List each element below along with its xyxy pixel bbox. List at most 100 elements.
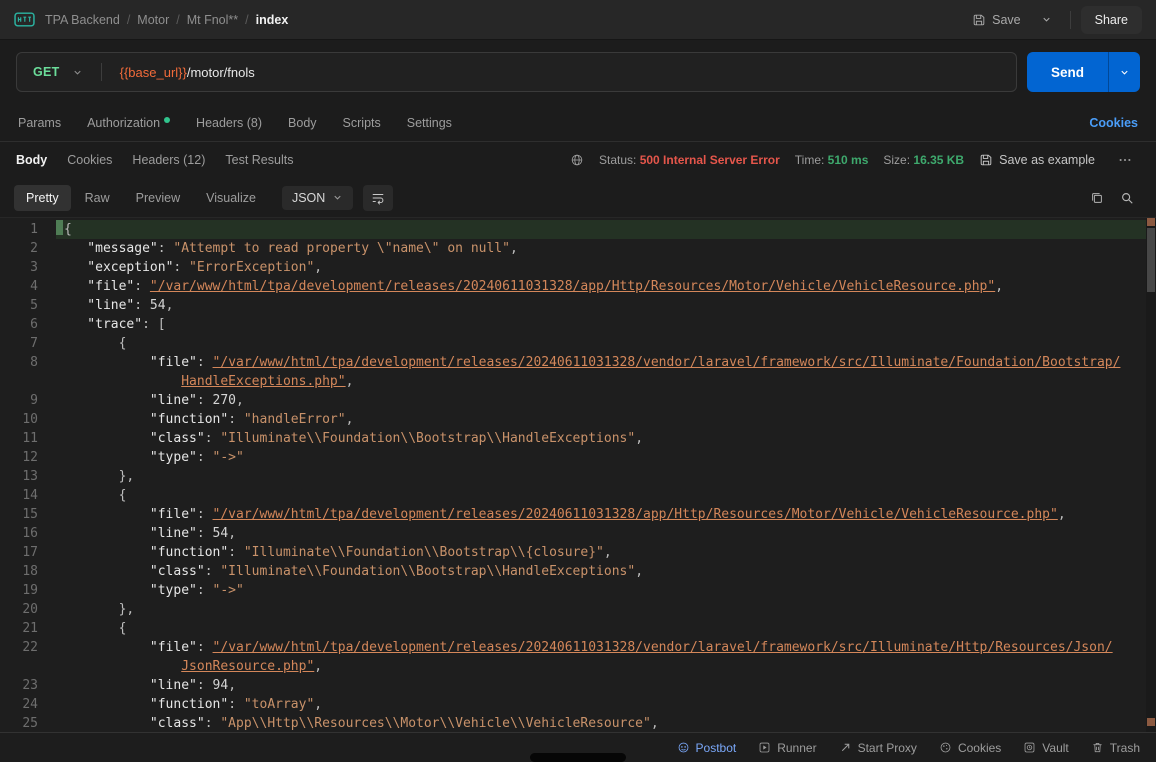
scroll-marker-bottom [1147,718,1155,726]
send-button[interactable]: Send [1027,52,1108,92]
code-text: }, [56,600,1156,619]
line-number: 17 [0,543,56,562]
response-tab-test-results[interactable]: Test Results [225,153,293,167]
copy-button[interactable] [1090,191,1104,205]
statusbar-label: Postbot [696,741,737,755]
breadcrumb: TPA Backend/Motor/Mt Fnol**/index [45,13,288,27]
scrollbar[interactable] [1146,218,1156,732]
code-line: 9"line": 270, [0,391,1156,410]
code-line: 2"message": "Attempt to read property \"… [0,239,1156,258]
save-dropdown-button[interactable] [1033,8,1060,31]
breadcrumb-item-active[interactable]: index [256,13,289,27]
line-number: 25 [0,714,56,732]
header-actions: Save Share [964,6,1142,34]
save-as-example-button[interactable]: Save as example [979,153,1095,167]
cookies-link[interactable]: Cookies [1089,116,1138,130]
chevron-down-icon [1041,14,1052,25]
statusbar-trash[interactable]: Trash [1091,741,1140,755]
file-link[interactable]: "/var/www/html/tpa/development/releases/… [181,355,1120,389]
code-lines: 1{2"message": "Attempt to read property … [0,220,1156,732]
statusbar-items: Postbot Runner Start Proxy Cookies Vault Tras… [677,741,1140,755]
view-tab-raw[interactable]: Raw [73,185,122,211]
code-text: "class": "App\\Http\\Resources\\Motor\\V… [56,714,1156,732]
breadcrumb-item-motor[interactable]: Motor [137,13,169,27]
statusbar-cookies[interactable]: Cookies [939,741,1001,755]
code-line: 15"file": "/var/www/html/tpa/development… [0,505,1156,524]
more-options-button[interactable] [1110,147,1140,173]
tab-label: Headers (8) [196,116,262,130]
format-dropdown[interactable]: JSON [282,186,353,210]
line-number: 13 [0,467,56,486]
method-selector[interactable]: GET [17,65,95,79]
code-text: { [56,619,1156,638]
statusbar-label: Trash [1110,741,1140,755]
save-button-label: Save [992,13,1021,27]
response-tab-cookies[interactable]: Cookies [67,153,112,167]
line-number: 20 [0,600,56,619]
view-tab-visualize[interactable]: Visualize [194,185,268,211]
line-number: 14 [0,486,56,505]
code-text: "type": "->" [56,448,1156,467]
code-line: 5"line": 54, [0,296,1156,315]
wrap-text-button[interactable] [363,185,393,211]
method-label: GET [33,65,60,79]
share-button[interactable]: Share [1081,6,1142,34]
scroll-marker-top [1147,218,1155,226]
response-tab-headers-12[interactable]: Headers (12) [132,153,205,167]
wrap-text-icon [371,191,385,205]
send-options-button[interactable] [1108,52,1140,92]
code-text: "function": "toArray", [56,695,1156,714]
tab-params[interactable]: Params [18,116,61,130]
tab-body[interactable]: Body [288,116,317,130]
format-label: JSON [292,191,325,205]
tab-settings[interactable]: Settings [407,116,452,130]
tab-headers-8[interactable]: Headers (8) [196,116,262,130]
tab-authorization[interactable]: Authorization [87,116,170,130]
code-text: { [56,334,1156,353]
line-number: 4 [0,277,56,296]
code-line: 22"file": "/var/www/html/tpa/development… [0,638,1156,676]
line-number: 21 [0,619,56,638]
view-tab-preview[interactable]: Preview [124,185,192,211]
search-button[interactable] [1120,191,1134,205]
line-number: 11 [0,429,56,448]
search-icon [1120,191,1134,205]
statusbar-postbot[interactable]: Postbot [677,741,737,755]
breadcrumb-separator: / [127,13,130,27]
request-tabs-list: Params Authorization Headers (8) Body Script… [18,116,452,130]
statusbar-label: Cookies [958,741,1001,755]
line-number: 7 [0,334,56,353]
tab-label: Scripts [343,116,381,130]
statusbar-start-proxy[interactable]: Start Proxy [839,741,917,755]
code-text: "type": "->" [56,581,1156,600]
code-line: 19"type": "->" [0,581,1156,600]
code-line: 4"file": "/var/www/html/tpa/development/… [0,277,1156,296]
statusbar-runner[interactable]: Runner [758,741,816,755]
view-tab-pretty[interactable]: Pretty [14,185,71,211]
window-handle [530,753,626,762]
code-text: "file": "/var/www/html/tpa/development/r… [56,505,1156,524]
line-number: 22 [0,638,56,676]
file-link[interactable]: "/var/www/html/tpa/development/releases/… [213,507,1058,522]
url-input[interactable]: {{base_url}}/motor/fnols [108,65,1016,80]
runner-icon [758,741,771,754]
file-link[interactable]: "/var/www/html/tpa/development/releases/… [150,279,995,294]
auth-active-dot-icon [164,117,170,123]
response-tab-body[interactable]: Body [16,153,47,167]
save-icon [979,153,993,167]
line-number: 18 [0,562,56,581]
response-body-editor[interactable]: 1{2"message": "Attempt to read property … [0,218,1156,732]
breadcrumb-item-tpa-backend[interactable]: TPA Backend [45,13,120,27]
line-number: 10 [0,410,56,429]
statusbar-vault[interactable]: Vault [1023,741,1068,755]
scrollbar-thumb[interactable] [1147,228,1155,292]
response-tabs-list: Body Cookies Headers (12) Test Results [16,153,293,167]
breadcrumb-item-mt-fnol[interactable]: Mt Fnol** [187,13,238,27]
save-button[interactable]: Save [964,7,1029,33]
tab-scripts[interactable]: Scripts [343,116,381,130]
code-text: "file": "/var/www/html/tpa/development/r… [56,638,1156,676]
chevron-down-icon [332,192,343,203]
code-line: 20}, [0,600,1156,619]
divider [101,63,102,81]
code-text: "exception": "ErrorException", [56,258,1156,277]
